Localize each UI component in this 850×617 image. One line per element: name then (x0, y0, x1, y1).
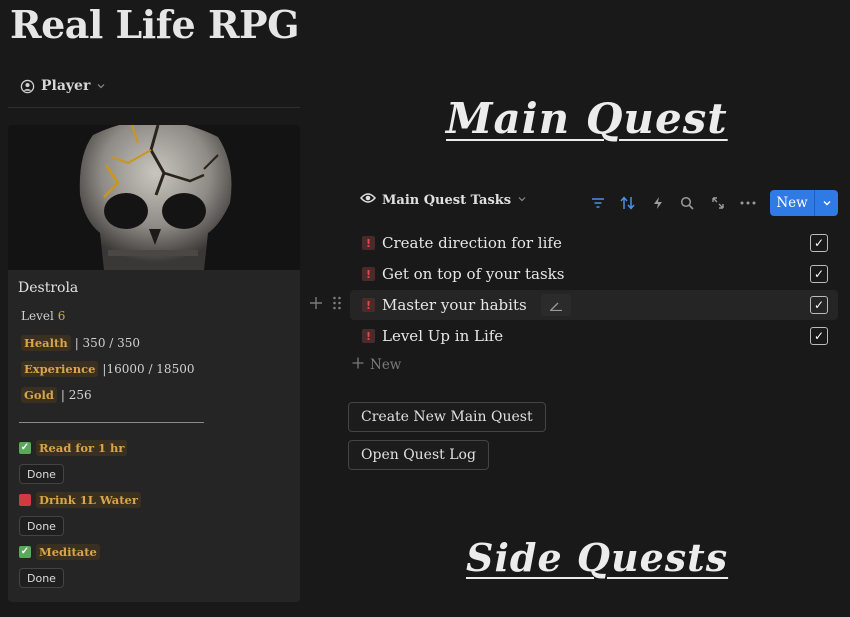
expand-icon[interactable] (708, 193, 728, 213)
skull-cover-image (8, 125, 300, 270)
level-value: 6 (57, 309, 66, 323)
health-label: Health (21, 335, 71, 351)
page-title: Real Life RPG (10, 2, 300, 47)
lightning-icon[interactable] (648, 193, 668, 213)
eye-icon (360, 192, 376, 208)
done-button[interactable]: Done (19, 568, 64, 588)
view-name: Main Quest Tasks (382, 192, 512, 208)
experience-label: Experience (21, 361, 99, 377)
habit-read[interactable]: ✓ Read for 1 hr (19, 440, 128, 456)
divider (8, 107, 300, 108)
task-title[interactable]: Get on top of your tasks (382, 265, 564, 283)
edit-pencil-icon[interactable] (540, 294, 571, 316)
checkbox-checked-icon[interactable]: ✓ (19, 546, 31, 558)
task-checkbox[interactable]: ✓ (810, 327, 828, 345)
view-tab-main-quest-tasks[interactable]: Main Quest Tasks (360, 192, 527, 208)
add-new-row[interactable]: New (352, 357, 401, 373)
gold-label: Gold (21, 387, 57, 403)
priority-icon: ! (362, 298, 375, 312)
plus-icon (352, 357, 364, 373)
chevron-down-icon (96, 81, 106, 91)
level-stat: Level 6 (21, 309, 65, 323)
priority-icon: ! (362, 267, 375, 281)
side-quests-heading: Side Quests (466, 535, 729, 580)
main-quest-heading: Main Quest (446, 94, 728, 143)
task-checkbox[interactable]: ✓ (810, 265, 828, 283)
done-button[interactable]: Done (19, 464, 64, 484)
habit-label: Read for 1 hr (36, 440, 128, 456)
search-icon[interactable] (677, 193, 697, 213)
habit-label: Drink 1L Water (36, 492, 141, 508)
checkbox-checked-icon[interactable]: ✓ (19, 442, 31, 454)
task-row[interactable]: ! Get on top of your tasks ✓ (350, 259, 838, 289)
priority-icon: ! (362, 329, 375, 343)
gold-stat: Gold | 256 (21, 387, 92, 403)
sort-icon[interactable] (618, 193, 638, 213)
user-circle-icon (20, 79, 35, 94)
add-new-label: New (370, 357, 402, 373)
create-new-main-quest-button[interactable]: Create New Main Quest (348, 402, 546, 432)
add-row-icon[interactable] (309, 296, 323, 310)
task-title[interactable]: Create direction for life (382, 234, 562, 252)
experience-value: |16000 / 18500 (102, 362, 195, 376)
task-checkbox[interactable]: ✓ (810, 234, 828, 252)
task-title[interactable]: Level Up in Life (382, 327, 503, 345)
health-value: | 350 / 350 (74, 336, 141, 350)
player-database-title: Player (41, 78, 91, 94)
divider-line (19, 422, 204, 423)
level-label: Level (21, 309, 54, 323)
drag-handle-icon[interactable] (332, 296, 342, 310)
filter-icon[interactable] (588, 193, 608, 213)
experience-stat: Experience |16000 / 18500 (21, 361, 194, 377)
chevron-down-icon[interactable] (815, 198, 838, 208)
gold-value: | 256 (60, 388, 92, 402)
task-checkbox[interactable]: ✓ (810, 296, 828, 314)
task-row[interactable]: ! Level Up in Life ✓ (350, 321, 838, 351)
done-button[interactable]: Done (19, 516, 64, 536)
chevron-down-icon (517, 193, 527, 208)
red-square-icon[interactable] (19, 494, 31, 506)
task-row[interactable]: ! Create direction for life ✓ (350, 228, 838, 258)
more-options-icon[interactable] (738, 193, 758, 213)
player-name: Destrola (18, 280, 79, 296)
task-row[interactable]: ! Master your habits ✓ (350, 290, 838, 320)
open-quest-log-button[interactable]: Open Quest Log (348, 440, 489, 470)
priority-icon: ! (362, 236, 375, 250)
habit-label: Meditate (36, 544, 100, 560)
new-button[interactable]: New (770, 190, 838, 216)
habit-water[interactable]: Drink 1L Water (19, 492, 141, 508)
new-button-label: New (776, 195, 808, 211)
task-title[interactable]: Master your habits (382, 296, 527, 314)
health-stat: Health | 350 / 350 (21, 335, 140, 351)
player-database-header[interactable]: Player (20, 78, 106, 94)
habit-meditate[interactable]: ✓ Meditate (19, 544, 100, 560)
player-card[interactable]: Destrola Level 6 Health | 350 / 350 Expe… (8, 125, 300, 602)
